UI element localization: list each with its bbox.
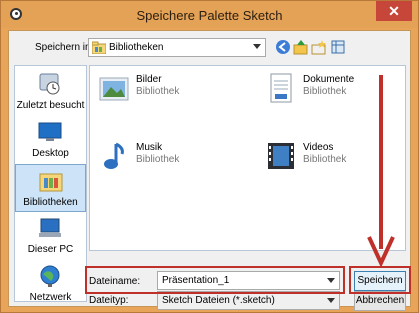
up-folder-icon[interactable]	[293, 39, 309, 55]
item-name: Musik	[136, 142, 163, 153]
network-icon	[40, 265, 60, 287]
back-icon[interactable]	[275, 39, 291, 55]
place-network[interactable]: Netzwerk	[15, 260, 86, 308]
pictures-library-icon	[99, 77, 129, 101]
item-type: Bibliothek	[303, 86, 347, 97]
place-this-pc[interactable]: Dieser PC	[15, 212, 86, 260]
libraries-folder-icon	[92, 41, 106, 54]
title-bar[interactable]: Speichere Palette Sketch ✕	[1, 1, 418, 28]
computer-icon	[39, 218, 61, 237]
place-libraries[interactable]: Bibliotheken	[15, 164, 86, 212]
item-type: Bibliothek	[136, 154, 180, 165]
save-dialog-window: Speichere Palette Sketch ✕ Speichern in:…	[0, 0, 419, 313]
list-item[interactable]: Musik Bibliothek	[98, 140, 248, 180]
place-desktop[interactable]: Desktop	[15, 116, 86, 164]
close-button[interactable]: ✕	[376, 1, 412, 21]
file-list: Bilder Bibliothek Dokumente Bibliothek M…	[89, 65, 406, 251]
desktop-icon	[38, 122, 62, 141]
filename-highlight-box	[85, 266, 345, 294]
save-in-value: Bibliotheken	[109, 42, 164, 53]
music-library-icon	[104, 142, 124, 169]
recent-places-icon	[39, 73, 60, 95]
libraries-icon	[39, 173, 63, 192]
save-highlight-box	[349, 266, 411, 294]
place-recent[interactable]: Zuletzt besucht	[15, 68, 86, 116]
save-in-label: Speichern in:	[35, 42, 94, 53]
documents-library-icon	[270, 73, 292, 103]
filetype-label: Dateityp:	[89, 295, 129, 306]
view-menu-icon[interactable]	[331, 39, 347, 55]
chevron-down-icon[interactable]	[327, 298, 335, 303]
item-name: Bilder	[136, 74, 162, 85]
place-label: Desktop	[32, 148, 69, 159]
place-label: Dieser PC	[27, 244, 74, 255]
filetype-value: Sketch Dateien (*.sketch)	[162, 295, 275, 306]
new-folder-icon[interactable]	[311, 39, 327, 55]
item-name: Videos	[303, 142, 334, 153]
save-in-combo[interactable]: Bibliotheken	[88, 38, 266, 57]
place-label: Netzwerk	[29, 292, 72, 303]
chevron-down-icon[interactable]	[253, 44, 261, 49]
places-bar: Zuletzt besucht Desktop Bibliotheken Die…	[14, 65, 87, 303]
cancel-button[interactable]: Abbrechen	[354, 291, 406, 311]
place-label: Zuletzt besucht	[16, 100, 85, 111]
item-type: Bibliothek	[303, 154, 347, 165]
list-item[interactable]: Bilder Bibliothek	[98, 72, 248, 112]
window-title: Speichere Palette Sketch	[136, 8, 283, 23]
item-type: Bibliothek	[136, 86, 180, 97]
dialog-body: Speichern in: Bibliotheken Zuletzt besuc…	[8, 30, 411, 311]
red-arrow-icon	[367, 75, 395, 267]
place-label: Bibliotheken	[23, 197, 78, 208]
videos-library-icon	[268, 143, 294, 169]
item-name: Dokumente	[303, 74, 355, 85]
